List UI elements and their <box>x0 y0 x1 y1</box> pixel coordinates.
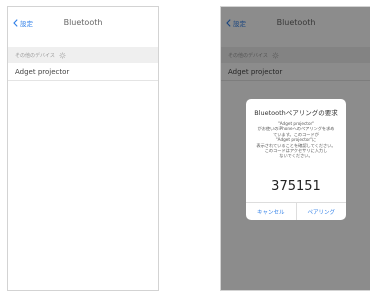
device-name: Adget projector <box>15 68 70 76</box>
pairing-code: 375151 <box>271 179 321 194</box>
spinner-icon <box>59 51 66 59</box>
cancel-button-label: キャンセル <box>256 210 285 216</box>
pairing-request-dialog: Bluetoothペアリングの要求 "Adget projector" がお使い… <box>246 99 346 220</box>
dialog-buttons: キャンセル ペアリング <box>246 202 346 220</box>
cancel-button[interactable]: キャンセル <box>246 203 296 220</box>
device-row-adget-projector[interactable]: Adget projector <box>8 64 158 81</box>
dialog-title: Bluetoothペアリングの要求 <box>254 109 338 117</box>
pair-button-label: ペアリング <box>307 210 335 216</box>
page-title: Bluetooth <box>63 18 103 27</box>
bluetooth-screen-right: 設定 Bluetooth その他のデバイス Adget projector Bl… <box>220 6 370 291</box>
section-header: その他のデバイス <box>8 47 158 63</box>
navigation-bar: 設定 Bluetooth <box>8 7 158 41</box>
section-header-label: その他のデバイス <box>15 52 55 59</box>
pair-button[interactable]: ペアリング <box>295 203 347 220</box>
dialog-message: "Adget projector" がお使いのiPhoneへのペアリングを求め … <box>256 121 336 159</box>
bluetooth-screen-left: 設定 Bluetooth その他のデバイス Adget projector <box>7 6 159 291</box>
